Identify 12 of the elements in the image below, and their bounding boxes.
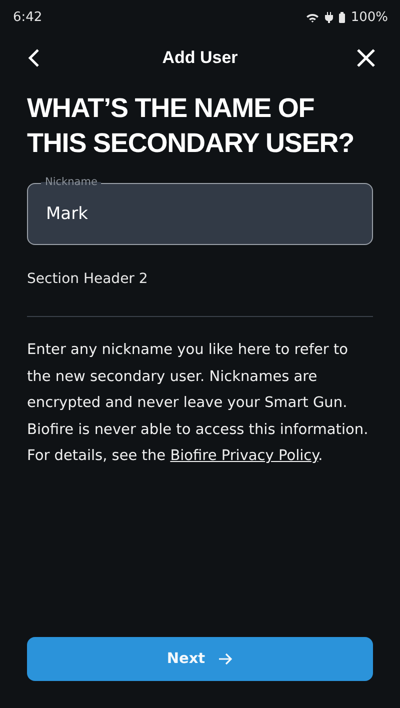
wifi-icon — [306, 12, 319, 22]
close-button[interactable] — [356, 48, 376, 68]
privacy-policy-link[interactable]: Biofire Privacy Policy — [170, 448, 318, 464]
status-time: 6:42 — [13, 10, 42, 25]
screen-title: Add User — [162, 48, 238, 68]
battery-percent: 100% — [350, 10, 388, 25]
section-header: Section Header 2 — [27, 271, 149, 287]
plug-icon — [324, 12, 333, 23]
info-paragraph: Enter any nickname you like here to refer to the new secondary user. Nicknames are encrypted and never leave your Smart Gun. Biofire is never able to access this information. For details, see the Biofire Privacy Policy. — [27, 341, 370, 466]
battery-icon — [338, 12, 345, 23]
arrow-right-icon — [219, 653, 234, 665]
question-heading: WHAT’S THE NAME OF THIS SECONDARY USER? — [27, 92, 356, 160]
